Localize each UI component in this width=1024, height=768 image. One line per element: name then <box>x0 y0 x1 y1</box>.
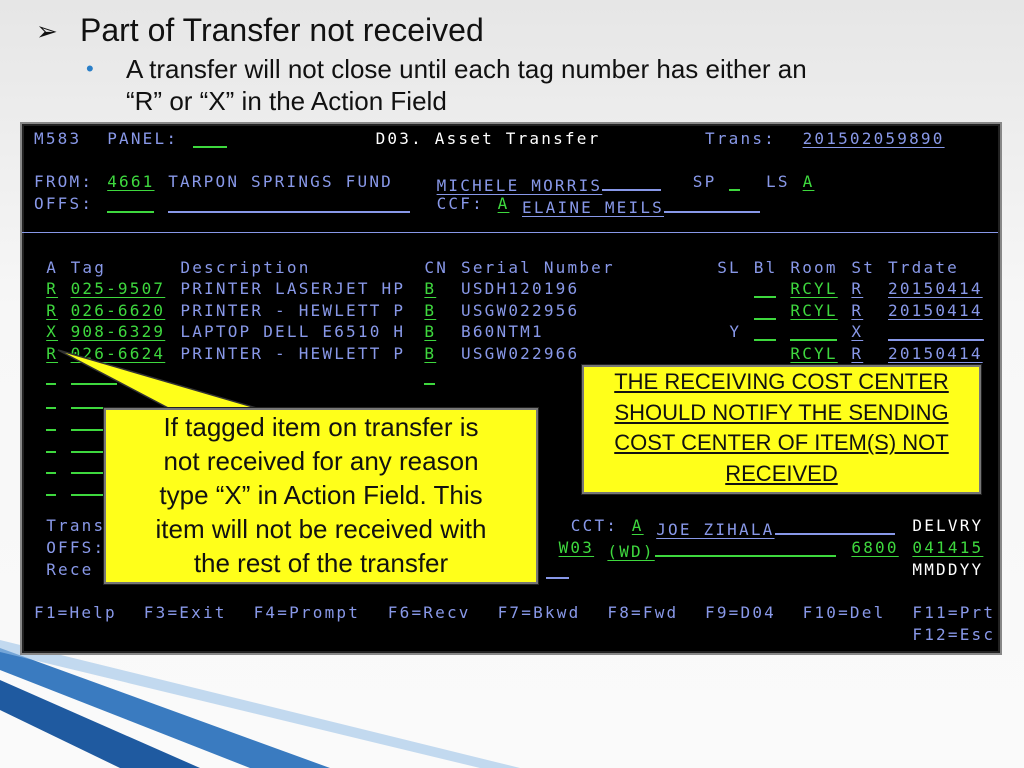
callout-notify: THE RECEIVING COST CENTER SHOULD NOTIFY … <box>582 365 981 494</box>
callout-line: If tagged item on transfer is <box>163 412 479 442</box>
callout-line: item will not be received with <box>155 514 487 544</box>
callout-not-received: If tagged item on transfer is not receiv… <box>104 408 538 584</box>
callout-line: the rest of the transfer <box>193 548 449 578</box>
callout-line: not received for any reason <box>163 446 479 476</box>
callout-line: THE RECEIVING COST CENTER <box>614 369 949 394</box>
callout-line: COST CENTER OF ITEM(S) NOT <box>614 430 949 455</box>
callout-line: SHOULD NOTIFY THE SENDING <box>614 399 949 425</box>
callout-line: type “X” in Action Field. This <box>159 480 483 510</box>
callout-line: RECEIVED <box>725 460 838 486</box>
